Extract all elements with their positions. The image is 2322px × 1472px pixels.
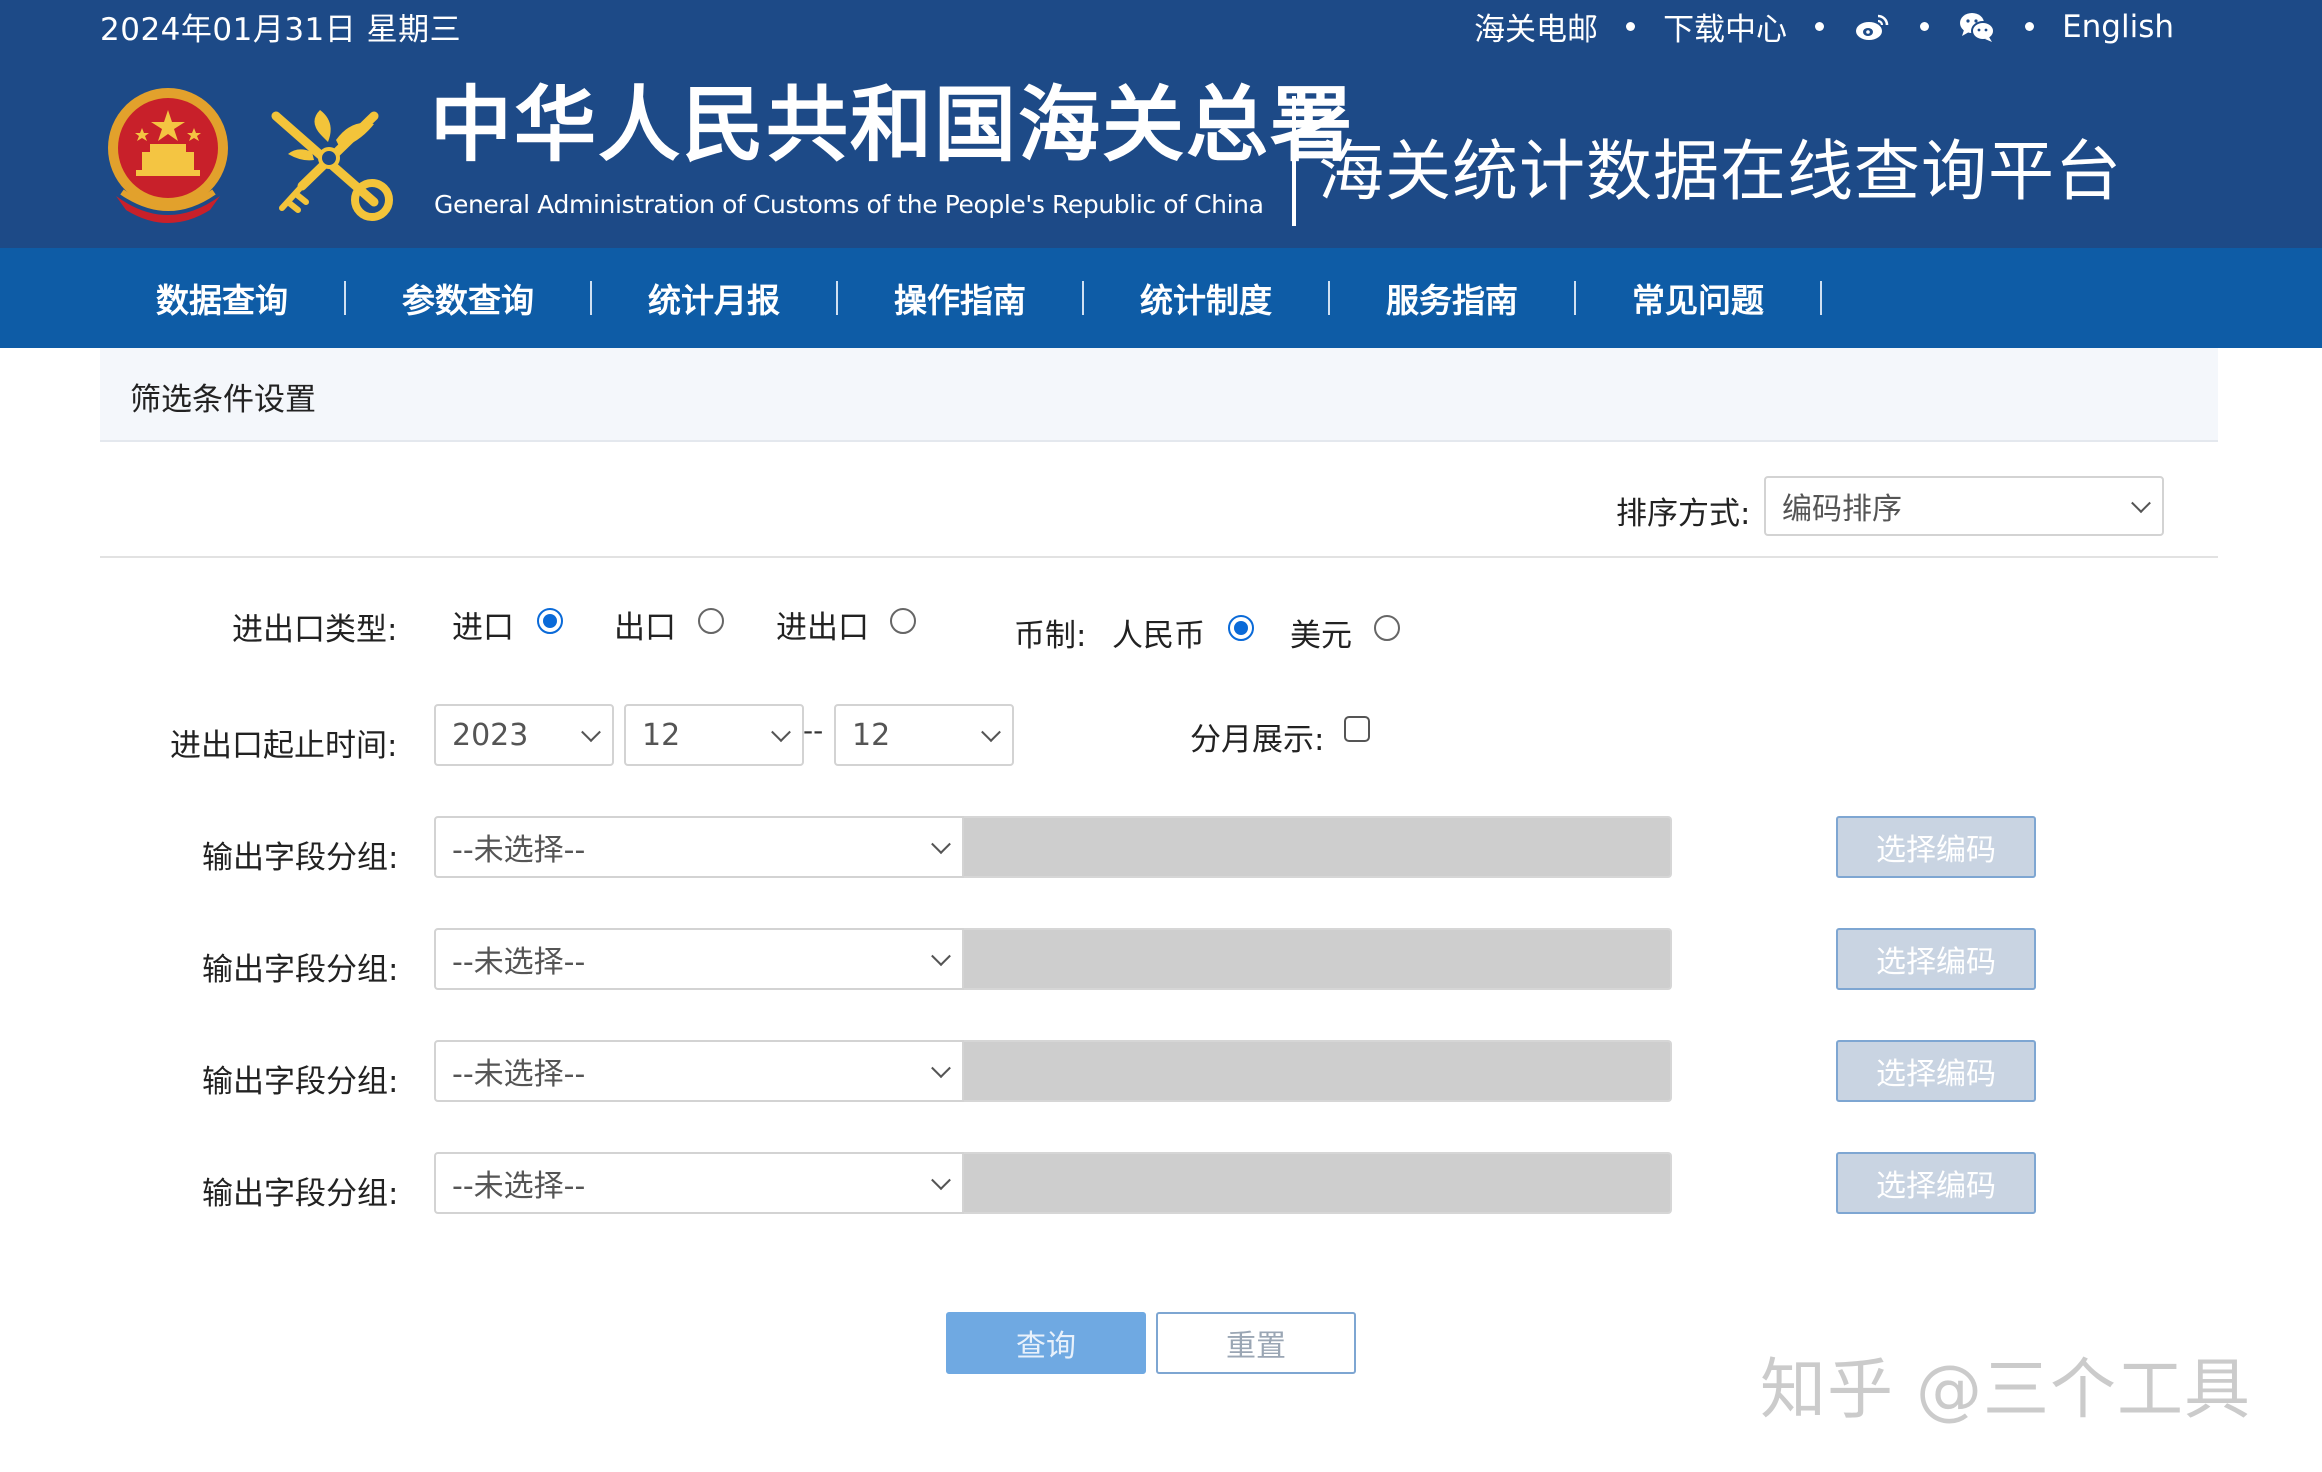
trade-type-label: 进出口类型: [232, 612, 398, 648]
nav-item-monthly-report[interactable]: 统计月报 [648, 274, 780, 322]
sort-select[interactable]: 编码排序 [1764, 476, 2164, 536]
section-divider [100, 556, 2218, 558]
output-group-label-4: 输出字段分组: [202, 1176, 399, 1212]
output-group-label-3: 输出字段分组: [202, 1064, 399, 1100]
output-group-label-1: 输出字段分组: [202, 840, 399, 876]
output-group-codes-field-3 [964, 1040, 1672, 1102]
chevron-down-icon [771, 722, 791, 743]
output-group-codes-field-1 [964, 816, 1672, 878]
filter-panel-title: 筛选条件设置 [130, 382, 316, 418]
currency-option-cny-label: 人民币 [1112, 618, 1205, 654]
chevron-down-icon [2131, 493, 2151, 514]
current-date: 2024年01月31日 星期三 [100, 12, 462, 48]
output-group-select-4[interactable]: --未选择-- [434, 1152, 964, 1214]
nav-item-operation-guide[interactable]: 操作指南 [894, 274, 1026, 322]
year-select-value: 2023 [452, 717, 529, 753]
nav-item-faq[interactable]: 常见问题 [1632, 274, 1764, 322]
output-group-select-value: --未选择-- [452, 1169, 586, 1204]
output-group-codes-field-2 [964, 928, 1672, 990]
chevron-down-icon [931, 1170, 951, 1191]
nav-separator [836, 281, 838, 315]
range-dash: -- [803, 714, 824, 747]
sort-select-value: 编码排序 [1782, 492, 1902, 527]
organization-name-cn: 中华人民共和国海关总署 [430, 77, 1355, 173]
chevron-down-icon [931, 834, 951, 855]
currency-option-usd-label: 美元 [1290, 618, 1352, 654]
nav-item-parameter-query[interactable]: 参数查询 [402, 274, 534, 322]
chevron-down-icon [581, 722, 601, 743]
start-month-select[interactable]: 12 [624, 704, 804, 766]
site-header: 2024年01月31日 星期三 海关电邮 下载中心 English 中华人民共和… [0, 0, 2322, 248]
trade-option-export-radio[interactable] [698, 608, 724, 634]
year-select[interactable]: 2023 [434, 704, 614, 766]
currency-option-usd-radio[interactable] [1374, 615, 1400, 641]
national-emblem-icon [102, 86, 234, 226]
nav-separator [344, 281, 346, 315]
chevron-down-icon [931, 946, 951, 967]
select-code-button-3[interactable]: 选择编码 [1836, 1040, 2036, 1102]
output-group-select-3[interactable]: --未选择-- [434, 1040, 964, 1102]
weibo-icon[interactable] [1852, 10, 1892, 44]
monthly-display-checkbox[interactable] [1344, 716, 1370, 742]
chevron-down-icon [931, 1058, 951, 1079]
chevron-down-icon [981, 722, 1001, 743]
start-month-select-value: 12 [642, 717, 681, 753]
select-code-button-1[interactable]: 选择编码 [1836, 816, 2036, 878]
trade-option-import-label: 进口 [452, 610, 514, 646]
customs-logo-icon [262, 92, 396, 226]
filter-panel-header: 筛选条件设置 [100, 348, 2218, 442]
nav-separator [1082, 281, 1084, 315]
main-nav: 数据查询 参数查询 统计月报 操作指南 统计制度 服务指南 常见问题 [0, 248, 2322, 348]
output-group-select-value: --未选择-- [452, 1057, 586, 1092]
select-code-button-4[interactable]: 选择编码 [1836, 1152, 2036, 1214]
separator-dot [1920, 22, 1930, 31]
trade-option-export-label: 出口 [614, 610, 676, 646]
wechat-icon[interactable] [1957, 10, 1997, 44]
trade-option-import-radio[interactable] [537, 608, 563, 634]
organization-name-en: General Administration of Customs of the… [434, 190, 1264, 219]
separator-dot [1815, 22, 1825, 31]
currency-label: 币制: [1014, 618, 1087, 654]
topbar-links: 海关电邮 下载中心 English [1474, 4, 2174, 49]
output-group-label-2: 输出字段分组: [202, 952, 399, 988]
output-group-select-2[interactable]: --未选择-- [434, 928, 964, 990]
trade-option-both-radio[interactable] [890, 608, 916, 634]
nav-item-statistics-system[interactable]: 统计制度 [1140, 274, 1272, 322]
sort-label: 排序方式: [1616, 496, 1751, 532]
trade-option-both-label: 进出口 [776, 610, 869, 646]
period-label: 进出口起止时间: [170, 728, 398, 764]
currency-option-cny-radio[interactable] [1228, 615, 1254, 641]
download-center-link[interactable]: 下载中心 [1663, 4, 1787, 49]
customs-email-link[interactable]: 海关电邮 [1474, 4, 1598, 49]
end-month-select-value: 12 [852, 717, 891, 753]
nav-separator [590, 281, 592, 315]
platform-title: 海关统计数据在线查询平台 [1318, 133, 2122, 210]
nav-item-data-query[interactable]: 数据查询 [156, 274, 288, 322]
nav-separator [1328, 281, 1330, 315]
end-month-select[interactable]: 12 [834, 704, 1014, 766]
english-link[interactable]: English [2062, 9, 2174, 45]
watermark: 知乎 @三个工具 [1760, 1351, 2251, 1428]
output-group-codes-field-4 [964, 1152, 1672, 1214]
separator-dot [1626, 22, 1636, 31]
output-group-select-value: --未选择-- [452, 833, 586, 868]
output-group-select-value: --未选择-- [452, 945, 586, 980]
nav-item-service-guide[interactable]: 服务指南 [1386, 274, 1518, 322]
output-group-select-1[interactable]: --未选择-- [434, 816, 964, 878]
header-divider [1292, 96, 1296, 226]
nav-separator [1820, 281, 1822, 315]
query-button[interactable]: 查询 [946, 1312, 1146, 1374]
nav-separator [1574, 281, 1576, 315]
reset-button[interactable]: 重置 [1156, 1312, 1356, 1374]
separator-dot [2025, 22, 2035, 31]
select-code-button-2[interactable]: 选择编码 [1836, 928, 2036, 990]
monthly-display-label: 分月展示: [1190, 722, 1325, 758]
